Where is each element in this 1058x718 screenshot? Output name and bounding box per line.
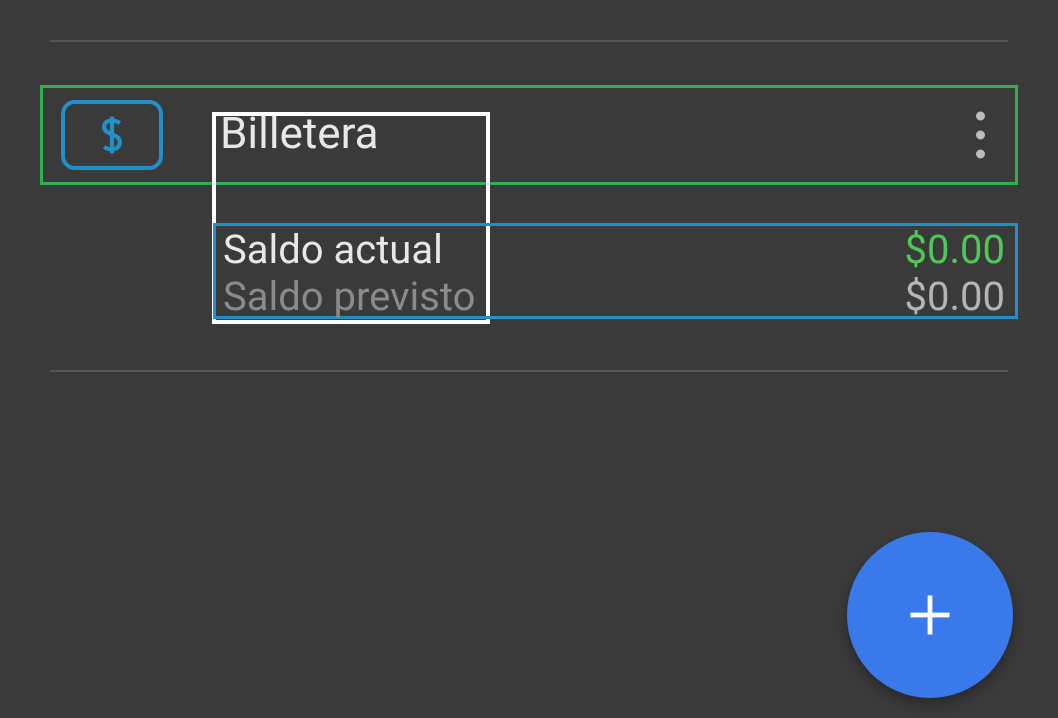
more-menu-button[interactable] xyxy=(966,102,995,169)
expected-balance-value: $0.00 xyxy=(905,273,1005,320)
dollar-icon xyxy=(96,114,128,156)
expected-balance-label: Saldo previsto xyxy=(223,273,475,320)
balance-section[interactable]: Saldo actual $0.00 Saldo previsto $0.00 xyxy=(213,223,1018,319)
divider-top xyxy=(50,40,1008,42)
wallet-dollar-icon xyxy=(61,100,163,170)
wallet-header-row[interactable] xyxy=(40,85,1018,185)
divider-bottom xyxy=(50,370,1008,372)
current-balance-value: $0.00 xyxy=(905,226,1005,273)
current-balance-line: Saldo actual $0.00 xyxy=(223,226,1005,273)
current-balance-label: Saldo actual xyxy=(223,226,443,273)
wallet-title: Billetera xyxy=(220,107,379,159)
more-vertical-icon xyxy=(976,112,985,121)
expected-balance-line: Saldo previsto $0.00 xyxy=(223,273,1005,320)
add-fab-button[interactable] xyxy=(847,532,1013,698)
plus-icon xyxy=(904,589,956,641)
